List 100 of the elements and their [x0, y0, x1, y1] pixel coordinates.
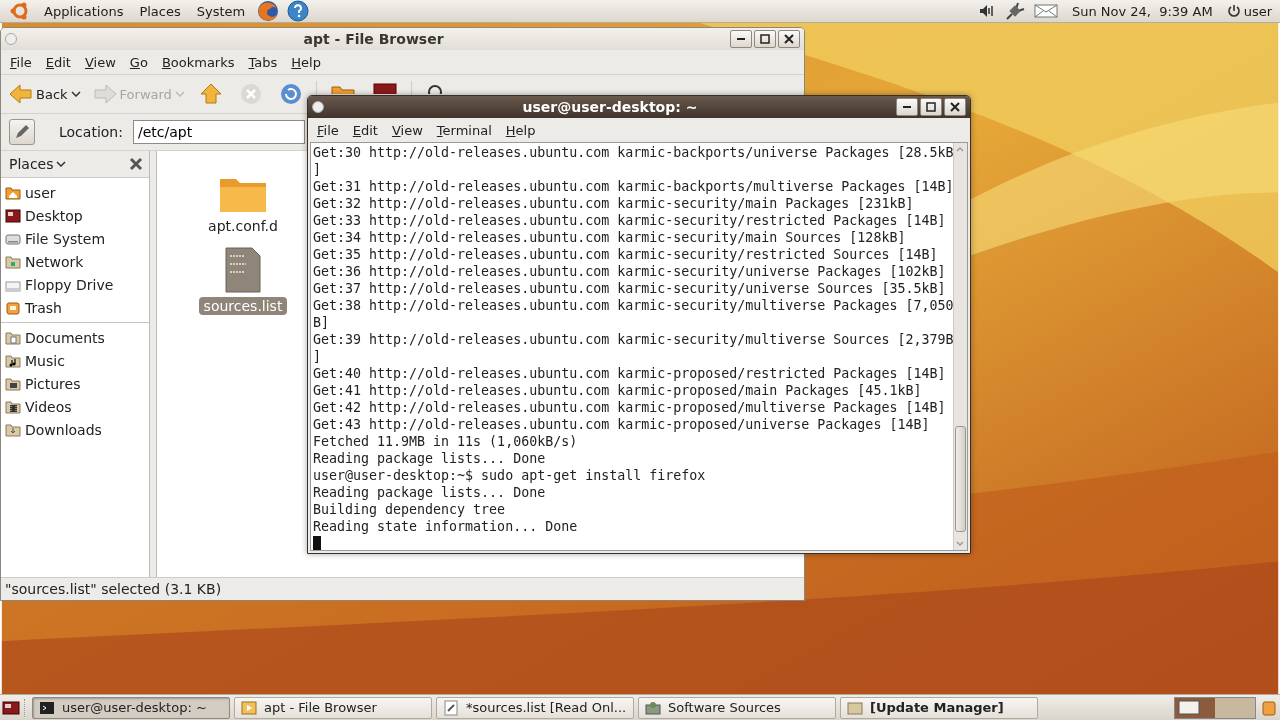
close-icon[interactable]: [129, 157, 143, 171]
minimize-icon: [903, 106, 911, 108]
sidebar-item[interactable]: Videos: [1, 395, 149, 418]
terminal-line: Reading package lists... Done: [313, 484, 547, 501]
scrollbar[interactable]: [953, 143, 967, 550]
menu-item[interactable]: Help: [284, 52, 328, 72]
taskbar-button[interactable]: apt - File Browser: [234, 696, 432, 719]
menu-item[interactable]: Bookmarks: [154, 52, 242, 72]
terminal-line: Get:32 http://old-releases.ubuntu.com karmic-security/main Packages [231kB]: [313, 195, 915, 212]
terminal-line: Get:35 http://old-releases.ubuntu.com karmic-security/restricted Sources [14B]: [313, 246, 939, 263]
file-name[interactable]: apt.conf.d: [203, 217, 283, 235]
minimize-button[interactable]: [896, 98, 918, 116]
up-arrow-icon[interactable]: [198, 82, 223, 106]
terminal-icon: [39, 699, 55, 716]
maximize-button[interactable]: [920, 98, 942, 116]
taskbar-button[interactable]: [Update Manager]: [840, 696, 1038, 719]
help-icon[interactable]: [287, 0, 310, 22]
sidebar-item[interactable]: Trash: [1, 296, 149, 319]
taskbar-button[interactable]: user@user-desktop: ~: [32, 696, 230, 719]
menu-item[interactable]: Go: [122, 52, 155, 72]
panel-menu[interactable]: System: [188, 3, 254, 19]
terminal-line: Get:36 http://old-releases.ubuntu.com karmic-security/universe Packages [102kB]: [313, 263, 947, 280]
text-file-icon[interactable]: [225, 247, 261, 293]
caret-icon: [70, 91, 81, 97]
menu-item[interactable]: View: [384, 120, 430, 140]
terminal-line: Get:42 http://old-releases.ubuntu.com karmic-proposed/multiverse Packages [14B]: [313, 399, 947, 416]
scrollbar-thumb[interactable]: [955, 426, 966, 532]
menu-item[interactable]: Edit: [38, 52, 78, 72]
menu-item[interactable]: View: [77, 52, 123, 72]
terminal-line: Get:30 http://old-releases.ubuntu.com karmic-backports/universe Packages [28.5kB: [313, 144, 951, 161]
terminal-line: Get:39 http://old-releases.ubuntu.com karmic-security/multiverse Sources [2,379B: [313, 331, 951, 348]
file-name[interactable]: sources.list: [198, 297, 288, 315]
pictures-folder-icon: [5, 375, 21, 392]
terminal-line: Get:37 http://old-releases.ubuntu.com karmic-security/universe Sources [35.5kB]: [313, 280, 947, 297]
menu-item[interactable]: Help: [498, 120, 543, 140]
terminal-line: B]: [313, 314, 330, 331]
window-menu-icon: [312, 101, 324, 113]
package-icon: [847, 699, 863, 716]
sidebar-item[interactable]: Downloads: [1, 418, 149, 441]
terminal-line: Get:33 http://old-releases.ubuntu.com karmic-security/restricted Packages [14B]: [313, 212, 947, 229]
maximize-button[interactable]: [754, 30, 776, 48]
taskbar-button[interactable]: Software Sources: [638, 696, 836, 719]
sidebar-item[interactable]: Network: [1, 250, 149, 273]
menu-item[interactable]: File: [3, 52, 39, 72]
home-folder-icon: [5, 184, 21, 201]
reload-icon[interactable]: [278, 82, 303, 106]
close-button[interactable]: [778, 30, 800, 48]
terminal-line: Get:41 http://old-releases.ubuntu.com karmic-proposed/main Packages [45.1kB]: [313, 382, 923, 399]
terminal-line: Get:43 http://old-releases.ubuntu.com karmic-proposed/universe Packages [14B]: [313, 416, 931, 433]
menu-item[interactable]: File: [310, 120, 346, 140]
menu-item[interactable]: Edit: [345, 120, 385, 140]
pencil-icon: [14, 124, 30, 140]
close-button[interactable]: [944, 98, 966, 116]
documents-folder-icon: [5, 329, 21, 346]
terminal-line: Get:40 http://old-releases.ubuntu.com karmic-proposed/restricted Packages [14B]: [313, 365, 947, 382]
sidebar-item[interactable]: Floppy Drive: [1, 273, 149, 296]
downloads-folder-icon: [5, 421, 21, 438]
text-cursor: [313, 536, 321, 550]
menu-item[interactable]: Terminal: [429, 120, 499, 140]
sidebar-item[interactable]: File System: [1, 227, 149, 250]
forward-arrow-icon: [92, 83, 117, 105]
minimize-icon: [737, 38, 745, 40]
panel-menu[interactable]: Applications: [36, 3, 132, 19]
videos-folder-icon: [5, 398, 21, 415]
clock[interactable]: Sun Nov 24, 9:39 AM: [1061, 3, 1223, 19]
sidebar-item[interactable]: Documents: [1, 326, 149, 349]
back-button[interactable]: Back: [5, 79, 85, 109]
folder-icon: [241, 699, 257, 716]
menu-item[interactable]: Tabs: [241, 52, 285, 72]
sidebar-item[interactable]: Pictures: [1, 372, 149, 395]
window-title: apt - File Browser: [302, 31, 445, 47]
panel-menu[interactable]: Places: [131, 3, 189, 19]
minimize-button[interactable]: [730, 30, 752, 48]
sidebar-item[interactable]: Desktop: [1, 204, 149, 227]
close-icon: [950, 102, 960, 112]
mail-icon[interactable]: [1033, 3, 1058, 19]
globe-icon[interactable]: [257, 0, 280, 22]
volume-icon[interactable]: [977, 3, 996, 19]
show-desktop-icon[interactable]: [2, 699, 20, 716]
sidebar-item[interactable]: user: [1, 181, 149, 204]
window-title: user@user-desktop: ~: [521, 99, 699, 115]
music-folder-icon: [5, 352, 21, 369]
power-icon: [1226, 3, 1241, 19]
box-icon: [645, 699, 661, 716]
terminal-line: Get:34 http://old-releases.ubuntu.com karmic-security/main Sources [128kB]: [313, 229, 907, 246]
network-folder-icon: [5, 253, 21, 270]
taskbar-button[interactable]: *sources.list [Read Onl...: [436, 696, 634, 719]
terminal-line: ]: [313, 348, 322, 365]
sidebar-item[interactable]: Music: [1, 349, 149, 372]
trash-icon[interactable]: [1260, 698, 1278, 717]
back-arrow-icon: [9, 83, 33, 105]
terminal-line: ]: [313, 161, 322, 178]
close-icon: [784, 34, 794, 44]
location-field[interactable]: /etc/apt: [132, 120, 305, 144]
terminal-line: Fetched 11.9MB in 11s (1,060kB/s): [313, 433, 579, 450]
workspace-switcher[interactable]: [1174, 696, 1256, 719]
edit-location-button[interactable]: [9, 119, 35, 145]
terminal-line: Get:38 http://old-releases.ubuntu.com karmic-security/multiverse Packages [7,050: [313, 297, 951, 314]
user-menu[interactable]: user: [1222, 3, 1276, 19]
terminal-line: Get:31 http://old-releases.ubuntu.com karmic-backports/multiverse Packages [14B]: [313, 178, 951, 195]
